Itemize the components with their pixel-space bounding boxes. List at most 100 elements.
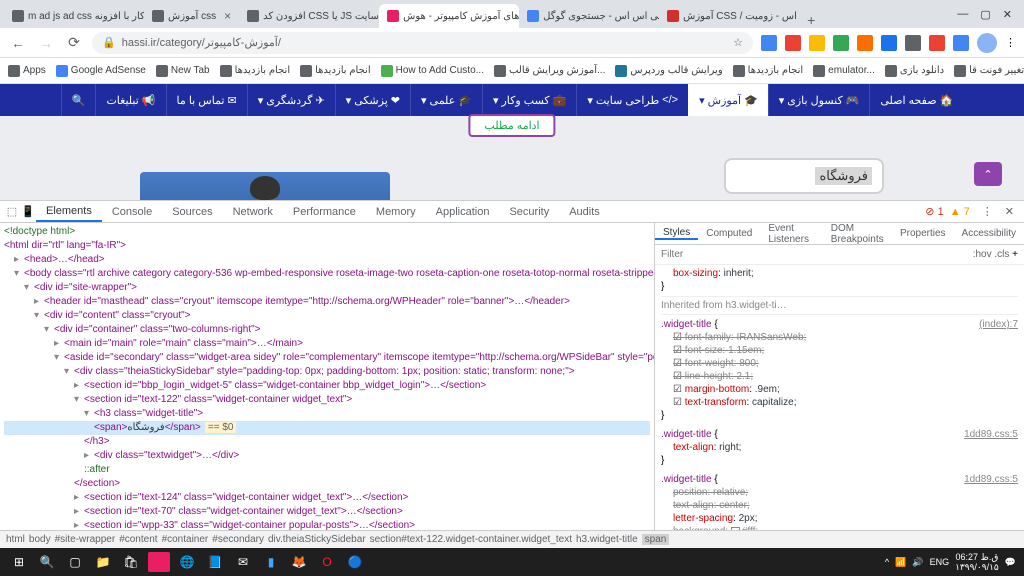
- tab-0[interactable]: m ad js ad css آموزش کار با افزونه×: [4, 4, 144, 28]
- vscode-icon[interactable]: ▮: [260, 552, 282, 572]
- continue-button[interactable]: ادامه مطلب: [468, 114, 555, 137]
- ext-icon[interactable]: [833, 35, 849, 51]
- forward-button[interactable]: →: [36, 35, 56, 51]
- bookmark[interactable]: ویرایش قالب وردپرس: [615, 65, 722, 77]
- tab-memory[interactable]: Memory: [366, 201, 426, 222]
- breadcrumb[interactable]: html body #site-wrapper #content #contai…: [0, 530, 1024, 548]
- tab-1[interactable]: آموزش css×: [144, 4, 239, 28]
- new-tab-button[interactable]: +: [799, 12, 823, 28]
- star-icon[interactable]: ☆: [733, 36, 743, 49]
- minimize-button[interactable]: —: [957, 8, 968, 21]
- tab-breakpoints[interactable]: DOM Breakpoints: [823, 223, 892, 245]
- firefox-icon[interactable]: 🦊: [288, 552, 310, 572]
- bookmark[interactable]: انجام بازدیدها: [300, 65, 371, 77]
- ext-icon[interactable]: [761, 35, 777, 51]
- bookmark[interactable]: Apps: [8, 65, 46, 77]
- tab-4[interactable]: آموزش سی اس اس - جستجوی گوگل×: [519, 4, 659, 28]
- store-icon[interactable]: 🛍: [120, 552, 142, 572]
- elements-panel[interactable]: <!doctype html> <html dir="rtl" lang="fa…: [0, 223, 654, 530]
- nav-ads[interactable]: 📢تبلیغات: [95, 84, 165, 116]
- console-status[interactable]: ⊘ 1 ▲ 7: [919, 205, 975, 218]
- app-icon[interactable]: [148, 552, 170, 572]
- tab-3[interactable]: بایگانی‌های آموزش کامپیوتر - هوش×: [379, 4, 519, 28]
- tab-computed[interactable]: Computed: [698, 228, 760, 239]
- heart-icon: ❤: [391, 94, 400, 107]
- avatar[interactable]: [977, 33, 997, 53]
- search-icon[interactable]: 🔍: [36, 552, 58, 572]
- nav-contact[interactable]: ✉تماس با ما: [166, 84, 247, 116]
- volume-icon[interactable]: 🔊: [912, 557, 923, 568]
- maximize-button[interactable]: ▢: [980, 8, 990, 21]
- device-icon[interactable]: 📱: [20, 205, 36, 218]
- close-button[interactable]: ✕: [1003, 8, 1012, 21]
- nav-travel[interactable]: ✈گردشگری▾: [247, 84, 335, 116]
- notifications-icon[interactable]: 💬: [1005, 557, 1016, 568]
- tab-application[interactable]: Application: [426, 201, 500, 222]
- close-icon[interactable]: ×: [224, 9, 231, 23]
- nav-design[interactable]: </>طراحی سایت▾: [576, 84, 688, 116]
- reload-button[interactable]: ⟳: [64, 34, 84, 51]
- cls-toggle[interactable]: .cls: [994, 249, 1009, 260]
- explorer-icon[interactable]: 📁: [92, 552, 114, 572]
- nav-search[interactable]: 🔍: [61, 84, 96, 116]
- tab-sources[interactable]: Sources: [162, 201, 222, 222]
- tab-network[interactable]: Network: [223, 201, 283, 222]
- clock[interactable]: 06:27 ق.ظ ۱۳۹۹/۰۹/۱۵: [955, 552, 999, 572]
- ext-icon[interactable]: [809, 35, 825, 51]
- back-button[interactable]: ←: [8, 35, 28, 51]
- scroll-top-button[interactable]: ⌃: [974, 162, 1002, 186]
- hov-toggle[interactable]: :hov: [973, 249, 992, 260]
- edge-icon[interactable]: 🌐: [176, 552, 198, 572]
- tab-elements[interactable]: Elements: [36, 201, 102, 222]
- url-input[interactable]: 🔒 hassi.ir/category/آموزش-کامپیوتر/ ☆: [92, 32, 753, 54]
- tab-audits[interactable]: Audits: [559, 201, 610, 222]
- inspect-icon[interactable]: ⬚: [4, 205, 20, 218]
- filter-input[interactable]: [661, 249, 973, 260]
- tab-listeners[interactable]: Event Listeners: [760, 223, 822, 245]
- opera-icon[interactable]: O: [316, 552, 338, 572]
- bookmarks-bar: Apps Google AdSense New Tab انجام بازدید…: [0, 58, 1024, 84]
- bookmark[interactable]: دانلود بازی: [885, 65, 944, 77]
- tab-2[interactable]: افزودن کد CSS یا JS دلخواه به سایت×: [239, 4, 379, 28]
- devtools-close-icon[interactable]: ✕: [999, 205, 1020, 218]
- taskview-icon[interactable]: ▢: [64, 552, 86, 572]
- tab-properties[interactable]: Properties: [892, 228, 954, 239]
- nav-home[interactable]: 🏠صفحه اصلی: [869, 84, 963, 116]
- nav-console[interactable]: 🎮کنسول بازی▾: [768, 84, 870, 116]
- bookmark[interactable]: How to Add Custo...: [381, 65, 484, 77]
- bookmark[interactable]: انجام بازدیدها: [733, 65, 804, 77]
- lang-icon[interactable]: ENG: [930, 557, 950, 567]
- tab-console[interactable]: Console: [102, 201, 162, 222]
- tab-security[interactable]: Security: [499, 201, 559, 222]
- ext-icon[interactable]: [929, 35, 945, 51]
- start-button[interactable]: ⊞: [8, 552, 30, 572]
- tab-accessibility[interactable]: Accessibility: [954, 228, 1024, 239]
- ext-icon[interactable]: [785, 35, 801, 51]
- bookmark[interactable]: emulator...: [813, 65, 875, 77]
- nav-medical[interactable]: ❤پزشکی▾: [335, 84, 410, 116]
- styles-rules[interactable]: box-sizing: inherit; } Inherited from h3…: [655, 265, 1024, 530]
- mail-icon[interactable]: ✉: [232, 552, 254, 572]
- wifi-icon[interactable]: 📶: [895, 557, 906, 568]
- ext-icon[interactable]: [881, 35, 897, 51]
- tab-5[interactable]: آموزش CSS / سی اس اس - زومیت×: [659, 4, 799, 28]
- nav-business[interactable]: 💼کسب وکار▾: [482, 84, 576, 116]
- app-icon[interactable]: 📘: [204, 552, 226, 572]
- bookmark[interactable]: New Tab: [156, 65, 210, 77]
- ext-icon[interactable]: [953, 35, 969, 51]
- grad-icon: 🎓: [458, 94, 472, 107]
- tray-icon[interactable]: ^: [885, 557, 889, 567]
- bookmark[interactable]: Google AdSense: [56, 65, 146, 77]
- chrome-icon[interactable]: 🔵: [344, 552, 366, 572]
- menu-icon[interactable]: ⋮: [1005, 36, 1016, 49]
- nav-science[interactable]: 🎓علمی▾: [410, 84, 482, 116]
- devtools-settings-icon[interactable]: ⋮: [976, 205, 999, 218]
- bookmark[interactable]: انجام بازدیدها: [220, 65, 291, 77]
- bookmark[interactable]: آموزش ویرایش قالب...: [494, 65, 605, 77]
- nav-learn[interactable]: 🎓آموزش▾: [688, 84, 768, 116]
- ext-icon[interactable]: [905, 35, 921, 51]
- ext-icon[interactable]: [857, 35, 873, 51]
- bookmark[interactable]: آموزش تغییر فونت قا...: [954, 65, 1024, 77]
- tab-styles[interactable]: Styles: [655, 227, 698, 240]
- tab-performance[interactable]: Performance: [283, 201, 366, 222]
